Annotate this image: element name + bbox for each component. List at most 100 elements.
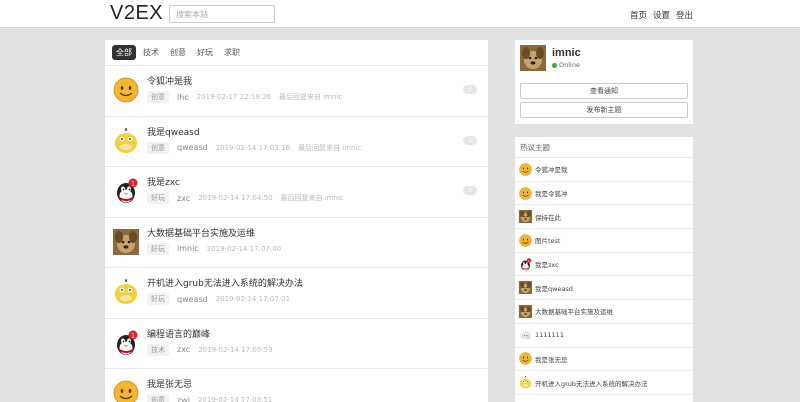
- topic-author-avatar[interactable]: [113, 77, 139, 103]
- hot-topic-avatar: [519, 234, 532, 247]
- topic-last-reply: 最后回复来自 imnic: [298, 143, 362, 152]
- hot-topics-list: 令狐冲是我我是令狐冲保持在此图片test 1 我是zxc 我是qweasd 大数据基础平…: [515, 158, 693, 395]
- topic-author-avatar[interactable]: [113, 380, 139, 402]
- topic-list-panel: 全部 技术 创意 好玩 求职 令狐冲是我 创意 lhc 2019-02-17 22:1…: [105, 40, 488, 402]
- topic-author-avatar[interactable]: [113, 126, 139, 154]
- reply-count-badge[interactable]: 7: [463, 85, 477, 94]
- hot-topic-title[interactable]: 令狐冲是我: [535, 164, 568, 174]
- hot-topic-item[interactable]: 1111111: [515, 324, 693, 348]
- hot-topic-title[interactable]: 大数据基础平台实施及运维: [535, 306, 613, 316]
- top-bar: V2EX 首页 设置 登出: [0, 0, 800, 28]
- search-input[interactable]: [169, 5, 275, 23]
- topic-title-link[interactable]: 我是zxc: [147, 175, 180, 188]
- topic-list: 令狐冲是我创意 lhc 2019-02-17 22:19:26 最后回复来自 imni…: [105, 66, 488, 402]
- topic-author-avatar[interactable]: 1: [113, 330, 139, 356]
- topic-node-tag[interactable]: 好玩: [147, 242, 169, 255]
- topic-author-link[interactable]: zxc: [177, 194, 190, 203]
- topic-meta: 好玩 qweasd 2019-02-14 17:07:01: [147, 293, 290, 305]
- topic-author-avatar[interactable]: [113, 277, 139, 305]
- nav-logout-link[interactable]: 登出: [676, 9, 693, 21]
- topic-last-reply: 最后回复来自 imnic: [279, 93, 343, 101]
- hot-topic-item[interactable]: 大数据基础平台实施及运维: [515, 300, 693, 324]
- tab-fun[interactable]: 好玩: [193, 45, 217, 60]
- topic-author-avatar[interactable]: [113, 228, 139, 255]
- hot-topic-item[interactable]: 我是令狐冲: [515, 182, 693, 206]
- topic-author-link[interactable]: zxc: [177, 345, 190, 354]
- hot-topic-avatar: [519, 375, 532, 389]
- topic-node-tag[interactable]: 创意: [147, 91, 169, 103]
- user-avatar[interactable]: [520, 45, 546, 71]
- topic-author-link[interactable]: lhc: [177, 93, 189, 102]
- new-topic-button[interactable]: 发布新主题: [520, 102, 688, 118]
- site-logo[interactable]: V2EX: [110, 2, 163, 25]
- reply-count-badge[interactable]: 1: [463, 135, 477, 145]
- hot-topic-avatar: [519, 329, 532, 342]
- topic-node-tag[interactable]: 技术: [147, 343, 169, 356]
- topic-node-tag[interactable]: 创意: [147, 394, 169, 402]
- hot-topic-title[interactable]: 开机进入grub无法进入系统的解决办法: [535, 378, 648, 388]
- topic-time: 2019-02-14 17:03:16: [215, 143, 291, 152]
- topic-row[interactable]: 开机进入grub无法进入系统的解决办法 好玩 qweasd 2019-02-14 17…: [105, 268, 488, 319]
- topic-time: 2019-02-14 17:07:40: [206, 244, 282, 253]
- topic-meta: 创意 qweasd 2019-02-14 17:03:16 最后回复来自 imnic: [147, 141, 362, 154]
- hot-topic-item[interactable]: 我是qweasd: [515, 276, 693, 301]
- topic-row[interactable]: 大数据基础平台实施及运维 好玩 imnic 2019-02-14 17:07:40: [105, 218, 488, 268]
- topic-row[interactable]: 我是qweasd 创意 qweasd 2019-02-14 17:03:16 最后回复来…: [105, 117, 488, 167]
- topic-author-link[interactable]: zwj: [177, 396, 190, 402]
- topic-last-reply: 最后回复来自 imnic: [280, 194, 344, 202]
- view-notifications-button[interactable]: 查看通知: [520, 83, 688, 99]
- hot-topic-title[interactable]: 我是zxc: [535, 259, 559, 269]
- node-tabs: 全部 技术 创意 好玩 求职: [105, 40, 488, 66]
- topic-meta: 创意 lhc 2019-02-17 22:19:26 最后回复来自 imnic: [147, 91, 342, 103]
- hot-topic-item[interactable]: 保持在此: [515, 205, 693, 230]
- hot-topics-title: 热议主题: [515, 137, 693, 158]
- username[interactable]: imnic: [552, 47, 581, 59]
- hot-topic-title[interactable]: 1111111: [535, 331, 564, 339]
- nav-settings-link[interactable]: 设置: [653, 9, 670, 21]
- topic-author-link[interactable]: qweasd: [177, 143, 208, 152]
- user-panel: imnic Online 查看通知 发布新主题: [515, 40, 693, 124]
- top-nav: 首页 设置 登出: [630, 9, 693, 21]
- topic-node-tag[interactable]: 好玩: [147, 192, 169, 204]
- hot-topic-avatar: [519, 352, 532, 366]
- hot-topic-item[interactable]: 图片test: [515, 229, 693, 253]
- topic-meta: 好玩 imnic 2019-02-14 17:07:40: [147, 242, 282, 255]
- hot-topic-avatar: [519, 304, 532, 318]
- topic-row[interactable]: 1 我是zxc 好玩 zxc 2019-02-14 17:04:50 最后回复来自 imn…: [105, 167, 488, 218]
- topic-row[interactable]: 令狐冲是我创意 lhc 2019-02-17 22:19:26 最后回复来自 imni…: [105, 66, 488, 117]
- hot-topic-title[interactable]: 我是qweasd: [535, 283, 573, 293]
- topic-node-tag[interactable]: 创意: [147, 141, 169, 154]
- hot-topic-item[interactable]: 1 我是zxc: [515, 253, 693, 277]
- reply-count-badge[interactable]: 3: [463, 186, 477, 195]
- topic-row[interactable]: 我是张无忌创意 zwj 2019-02-14 17:03:51: [105, 369, 488, 402]
- topic-author-avatar[interactable]: 1: [113, 178, 139, 204]
- hot-topic-avatar: [519, 281, 532, 295]
- topic-title-link[interactable]: 我是张无忌: [147, 377, 192, 390]
- hot-topic-title[interactable]: 我是张无忌: [535, 354, 568, 364]
- online-dot-icon: [552, 62, 557, 68]
- topic-node-tag[interactable]: 好玩: [147, 293, 169, 305]
- tab-jobs[interactable]: 求职: [220, 45, 244, 60]
- topic-title-link[interactable]: 我是qweasd: [147, 125, 200, 138]
- topic-title-link[interactable]: 编程语言的巅峰: [147, 327, 210, 340]
- hot-topic-title[interactable]: 图片test: [535, 235, 560, 245]
- topic-title-link[interactable]: 开机进入grub无法进入系统的解决办法: [147, 276, 303, 289]
- topic-author-link[interactable]: imnic: [177, 244, 199, 253]
- topic-time: 2019-02-17 22:19:26: [196, 93, 272, 101]
- nav-home-link[interactable]: 首页: [630, 9, 647, 21]
- hot-topic-title[interactable]: 我是令狐冲: [535, 188, 568, 198]
- topic-title-link[interactable]: 大数据基础平台实施及运维: [147, 226, 255, 239]
- topic-title-link[interactable]: 令狐冲是我: [147, 74, 192, 87]
- status-label: Online: [559, 61, 580, 69]
- hot-topic-title[interactable]: 保持在此: [535, 212, 561, 222]
- topic-meta: 创意 zwj 2019-02-14 17:03:51: [147, 394, 272, 402]
- hot-topic-item[interactable]: 我是张无忌: [515, 348, 693, 372]
- topic-time: 2019-02-14 17:03:51: [197, 396, 273, 402]
- hot-topic-item[interactable]: 令狐冲是我: [515, 158, 693, 182]
- tab-all[interactable]: 全部: [112, 45, 136, 60]
- topic-row[interactable]: 1 编程语言的巅峰 技术 zxc 2019-02-14 17:05:59: [105, 319, 488, 369]
- tab-tech[interactable]: 技术: [139, 45, 163, 60]
- topic-author-link[interactable]: qweasd: [177, 295, 208, 304]
- hot-topic-item[interactable]: 开机进入grub无法进入系统的解决办法: [515, 371, 693, 395]
- tab-creative[interactable]: 创意: [166, 45, 190, 60]
